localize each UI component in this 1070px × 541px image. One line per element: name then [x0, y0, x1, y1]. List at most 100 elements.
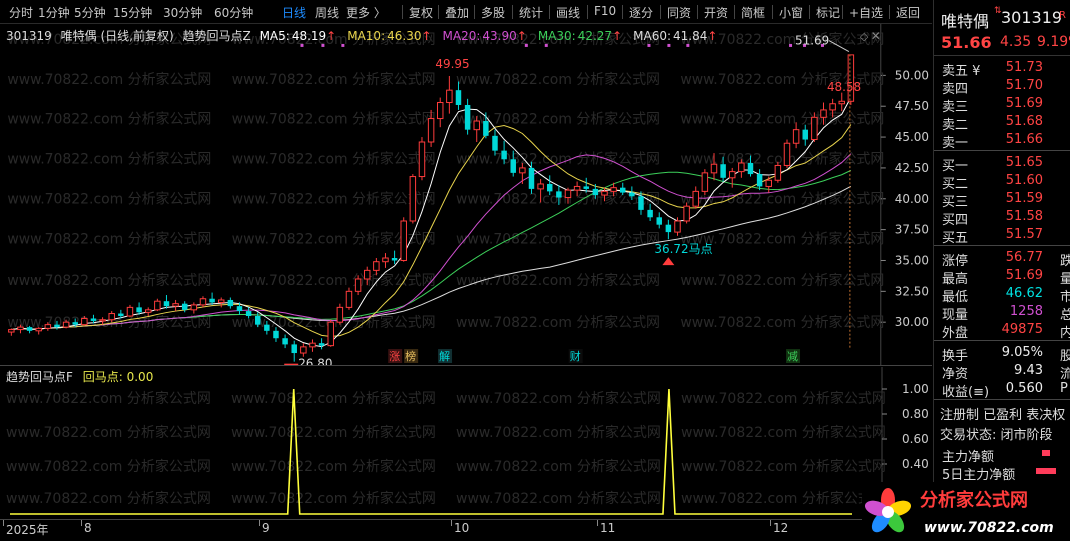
bid-row-value: 51.60 — [1005, 173, 1043, 188]
tags-row: 注册制 已盈利 表决权 — [934, 402, 1070, 423]
period-tab-6[interactable]: 日线 — [282, 4, 306, 21]
candlestick-chart[interactable]: 50.00 47.50 45.00 42.50 40.00 37.50 35.00 32.50… — [0, 24, 932, 366]
candle-body — [510, 159, 516, 173]
period-tab-2[interactable]: 5分钟 — [74, 4, 106, 21]
quote-header: 唯特偶 ⇅ 301319 R 51.66 4.35 9.19% — [934, 0, 1070, 56]
candle-body — [829, 103, 836, 111]
candle-body — [72, 322, 78, 325]
stat2-row: 换手 9.05% 股 — [934, 343, 1070, 364]
ma-legend-item: MA10: 46.30↑ — [347, 29, 437, 43]
period-tab-5[interactable]: 60分钟 — [214, 4, 253, 21]
tags-text: 注册制 已盈利 表决权 — [940, 408, 1066, 423]
candle-body — [236, 306, 243, 312]
toolbar-tool-6[interactable]: 逐分 — [629, 4, 653, 21]
candle-body — [720, 164, 726, 178]
flow-row: 5日主力净额 — [934, 462, 1070, 483]
toolbar-tool-8[interactable]: 开资 — [704, 4, 728, 21]
toolbar-tool-7[interactable]: 同资 — [667, 4, 691, 21]
candle-body — [811, 116, 818, 141]
trade-status-text: 交易状态: 闭市阶段 — [940, 428, 1053, 443]
toolbar-tool-4[interactable]: 画线 — [556, 4, 580, 21]
candle-body — [701, 172, 709, 192]
candle-body — [446, 89, 453, 104]
candle-body — [537, 183, 544, 190]
watermark-text: www.70822.com 分析家公式网 — [456, 390, 661, 407]
candle-body — [309, 342, 316, 348]
indicator-name[interactable]: 趋势回马点Z — [183, 29, 251, 43]
toolbar-separator — [809, 5, 810, 19]
toolbar-tool-13[interactable]: 返回 — [896, 4, 920, 21]
indicator-tick-label: 0.80 — [902, 407, 929, 421]
candle-body — [108, 313, 115, 321]
watermark-text: www.70822.com 分析家公式网 — [7, 151, 211, 168]
ma-up-arrow-icon: ↑ — [612, 29, 623, 43]
candle-body — [729, 171, 736, 179]
candle-body — [199, 298, 207, 306]
candle-body — [99, 319, 106, 322]
close-icon[interactable]: ✕ — [871, 29, 881, 43]
toolbar-tool-10[interactable]: 小窗 — [779, 4, 803, 21]
watermark-text: www.70822.com 分析家公式网 — [680, 272, 884, 289]
ma-legend-label: MA5: — [259, 29, 290, 43]
indicator-chart[interactable]: 1.000.800.600.400.20www.70822.com 分析家公式网… — [0, 367, 932, 519]
toolbar-tool-9[interactable]: 简框 — [741, 4, 765, 21]
logo-title: 分析家公式网 — [920, 489, 1028, 511]
toolbar-tool-5[interactable]: F10 — [594, 4, 616, 18]
stat2-row-value: 9.05% — [1001, 345, 1043, 360]
ask-row-value: 51.70 — [1005, 78, 1043, 93]
ma-legend-label: MA60: — [633, 29, 671, 43]
date-axis: 2025年 8 9 10 11 12 — [0, 519, 932, 541]
date-label: 2025年 — [6, 523, 49, 537]
price-tick-label: 40.00 — [895, 192, 929, 206]
watermark-text: www.70822.com 分析家公式网 — [681, 458, 886, 475]
bid-row: 买三 51.59 — [934, 189, 1070, 210]
toolbar-tool-1[interactable]: 叠加 — [445, 4, 469, 21]
price-tick-label: 30.00 — [895, 315, 929, 329]
period-tab-3[interactable]: 15分钟 — [113, 4, 152, 21]
candle-body — [802, 129, 808, 140]
diamond-icon: ◇ — [860, 30, 869, 43]
bid-row-value: 51.65 — [1005, 155, 1043, 170]
candle-body — [710, 163, 718, 174]
toolbar-tool-0[interactable]: 复权 — [409, 4, 433, 21]
date-label: 10 — [454, 521, 470, 535]
watermark-text: www.70822.com 分析家公式网 — [456, 272, 660, 289]
ma-legend-value: 48.19 — [291, 29, 327, 43]
period-tab-4[interactable]: 30分钟 — [163, 4, 202, 21]
candle-body — [227, 299, 234, 307]
ma-legend-value: 46.30 — [387, 29, 422, 43]
date-tick — [597, 520, 598, 526]
watermark-text: www.70822.com 分析家公式网 — [456, 71, 660, 88]
toolbar-tool-12[interactable]: +自选 — [849, 4, 883, 21]
top-marker — [647, 43, 651, 47]
period-tab-1[interactable]: 1分钟 — [38, 4, 70, 21]
ma-legend-label: MA30: — [537, 29, 576, 43]
toolbar-tool-2[interactable]: 多股 — [481, 4, 505, 21]
candle-body — [354, 278, 362, 292]
latest-close-label: 48.58 — [827, 80, 861, 94]
stat-row-extra: 内 — [1060, 326, 1070, 341]
period-tab-7[interactable]: 周线 — [315, 4, 339, 21]
candle-body — [656, 217, 662, 225]
toolbar-separator — [734, 5, 735, 19]
watermark-text: www.70822.com 分析家公式网 — [456, 424, 661, 441]
period-tab-8[interactable]: 更多 〉 — [346, 4, 386, 21]
candle-body — [638, 196, 644, 210]
top-marker — [300, 43, 304, 47]
date-tick — [81, 520, 82, 526]
toolbar-tool-3[interactable]: 统计 — [519, 4, 543, 21]
candle-body — [774, 164, 782, 181]
candle-body — [492, 135, 498, 151]
candle-body — [254, 316, 261, 325]
quote-r-badge: R — [1059, 10, 1066, 21]
watermark-text: www.70822.com 分析家公式网 — [456, 458, 661, 475]
watermark-text: www.70822.com 分析家公式网 — [7, 111, 211, 128]
toolbar-tool-11[interactable]: 标记 — [816, 4, 840, 21]
indicator-sub-name[interactable]: 趋势回马点F — [6, 370, 73, 384]
candle-body — [391, 258, 398, 261]
stat-row: 最低 46.62 市 — [934, 284, 1070, 305]
candle-body — [464, 104, 471, 130]
period-tab-0[interactable]: 分时 — [9, 4, 33, 21]
stat-row: 最高 51.69 量 — [934, 266, 1070, 287]
price-tick-label: 37.50 — [895, 223, 929, 237]
